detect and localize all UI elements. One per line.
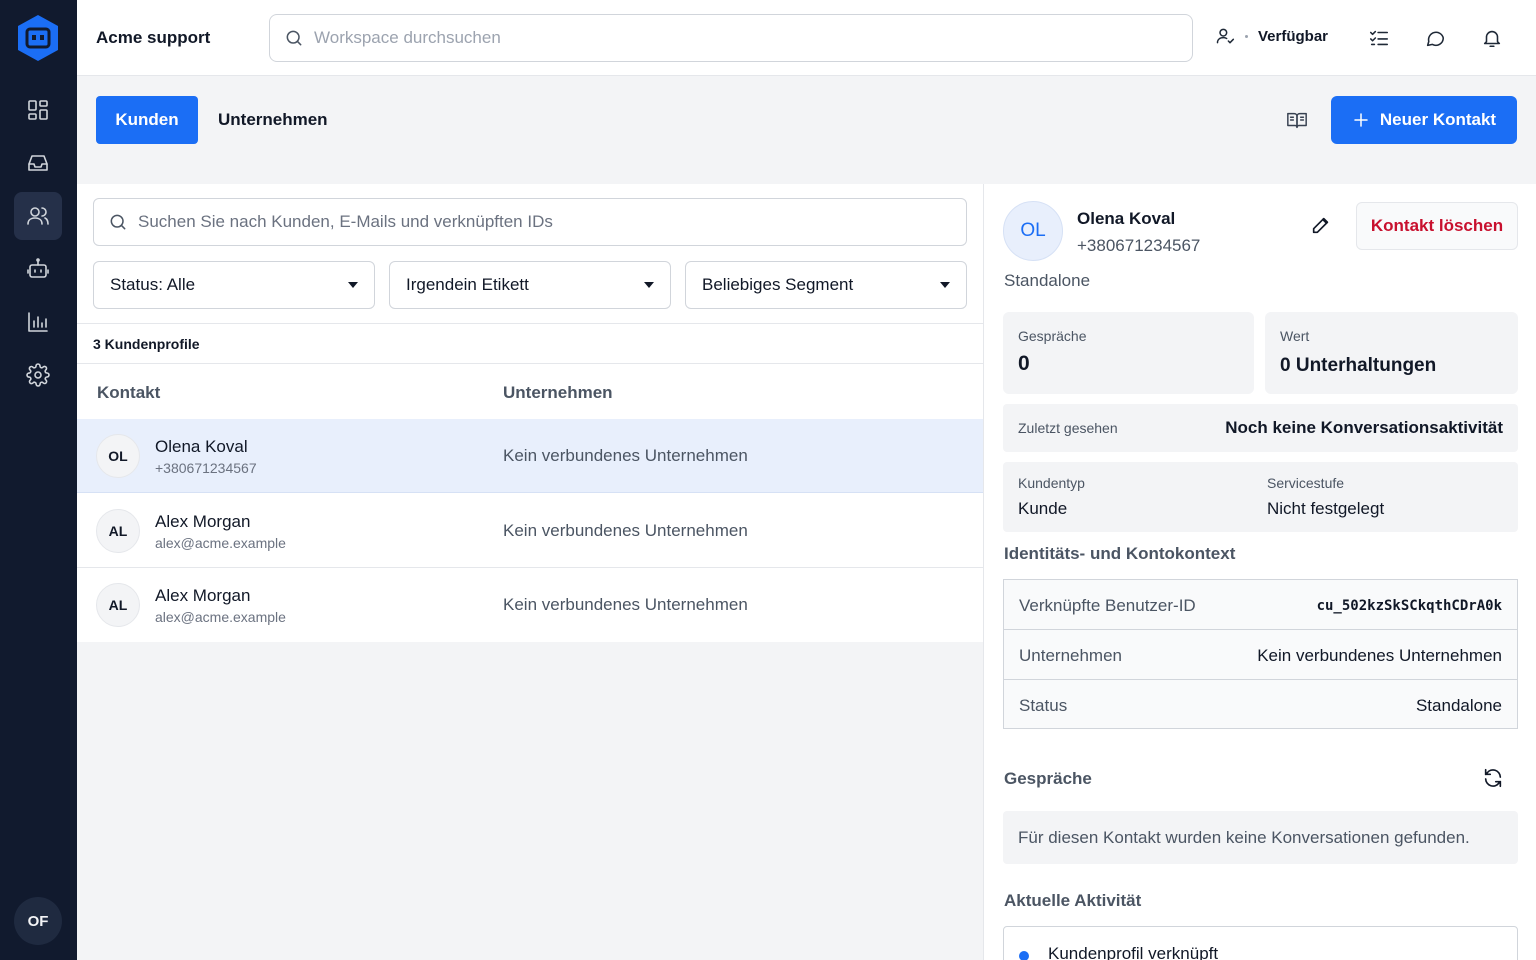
segment-filter[interactable]: Beliebiges Segment: [685, 261, 967, 309]
nav-contacts-icon[interactable]: [14, 192, 62, 240]
contact-company: Kein verbundenes Unternehmen: [503, 446, 748, 465]
activity-item: Kundenprofil verknüpft: [1003, 926, 1518, 960]
caret-down-icon: [348, 282, 358, 288]
detail-contact-phone: +380671234567: [1077, 236, 1201, 255]
nav-reports-icon[interactable]: [14, 298, 62, 346]
identity-table: Verknüpfte Benutzer-ID cu_502kzSkSCkqthC…: [1003, 579, 1518, 729]
contact-company: Kein verbundenes Unternehmen: [503, 595, 748, 614]
user-status-icon: [1216, 28, 1235, 44]
pencil-icon[interactable]: [1310, 214, 1332, 236]
customer-type-card: Kundentyp Kunde Servicestufe Nicht festg…: [1003, 462, 1518, 532]
identity-row: Verknüpfte Benutzer-ID cu_502kzSkSCkqthC…: [1004, 580, 1517, 630]
avatar: OL: [1003, 201, 1063, 261]
label-filter[interactable]: Irgendein Etikett: [389, 261, 671, 309]
last-seen-label: Zuletzt gesehen: [1018, 420, 1118, 436]
identity-label: Status: [1019, 696, 1068, 715]
conversations-empty-state: Für diesen Kontakt wurden keine Konversa…: [1003, 811, 1518, 864]
app-logo-icon[interactable]: [15, 13, 61, 63]
service-level-label: Servicestufe: [1267, 475, 1345, 491]
customer-type-label: Kundentyp: [1018, 475, 1085, 491]
identity-section-title: Identitäts- und Kontokontext: [1004, 544, 1236, 563]
column-header-company[interactable]: Unternehmen: [503, 383, 613, 403]
conversations-stat: Gespräche 0: [1003, 312, 1254, 394]
identity-value: cu_502kzSkSCkqthCDrA0k: [1316, 598, 1502, 614]
top-bar: Acme support Verfügbar: [77, 0, 1536, 76]
last-seen-row: Zuletzt gesehen Noch keine Konversations…: [1003, 404, 1518, 452]
contact-detail: alex@acme.example: [155, 609, 286, 625]
identity-label: Verknüpfte Benutzer-ID: [1019, 596, 1196, 615]
app-title: Acme support: [96, 28, 211, 47]
status-filter-value: Status: Alle: [110, 275, 196, 294]
bell-icon[interactable]: [1480, 26, 1504, 50]
contact-name: Alex Morgan: [155, 586, 251, 605]
column-header-contact[interactable]: Kontakt: [97, 383, 160, 403]
search-icon: [286, 30, 302, 46]
customer-type-value: Kunde: [1018, 499, 1068, 518]
delete-contact-button[interactable]: Kontakt löschen: [1356, 202, 1518, 250]
last-seen-value: Noch keine Konversationsaktivität: [1225, 418, 1503, 437]
book-icon[interactable]: [1286, 109, 1308, 131]
contact-search-input[interactable]: [138, 212, 958, 232]
identity-row: Status Standalone: [1004, 680, 1517, 730]
contact-type-tag: Standalone: [1004, 271, 1091, 290]
user-avatar[interactable]: OF: [14, 897, 62, 945]
contact-name: Olena Koval: [155, 437, 248, 456]
result-count: 3 Kundenprofile: [77, 323, 983, 364]
nav-inbox-icon[interactable]: [14, 139, 62, 187]
contact-company: Kein verbundenes Unternehmen: [503, 521, 748, 540]
new-contact-label: Neuer Kontakt: [1379, 110, 1497, 129]
detail-contact-name: Olena Koval: [1077, 209, 1176, 228]
activity-text: Kundenprofil verknüpft: [1048, 944, 1219, 960]
value-stat: Wert 0 Unterhaltungen: [1265, 312, 1518, 394]
label-filter-value: Irgendein Etikett: [406, 275, 529, 294]
stat-label: Wert: [1280, 328, 1310, 344]
contact-search[interactable]: [93, 198, 967, 246]
activity-dot: [1019, 951, 1029, 960]
segment-filter-value: Beliebiges Segment: [702, 275, 854, 294]
new-contact-button[interactable]: Neuer Kontakt: [1331, 96, 1517, 144]
search-icon: [110, 214, 126, 230]
identity-row: Unternehmen Kein verbundenes Unternehmen: [1004, 630, 1517, 680]
contact-detail-panel: OL Olena Koval +380671234567 Kontakt lös…: [983, 184, 1536, 960]
availability-status[interactable]: Verfügbar: [1215, 26, 1328, 46]
status-filter[interactable]: Status: Alle: [93, 261, 375, 309]
table-row[interactable]: AL Alex Morgan alex@acme.example Kein ve…: [77, 568, 983, 642]
contact-list-panel: Status: Alle Irgendein Etikett Beliebige…: [77, 184, 983, 960]
refresh-icon[interactable]: [1482, 767, 1504, 789]
service-level-value: Nicht festgelegt: [1267, 499, 1385, 518]
tasks-icon[interactable]: [1367, 26, 1391, 50]
plus-icon: [1354, 113, 1368, 127]
chat-icon[interactable]: [1423, 26, 1447, 50]
avatar: AL: [96, 509, 140, 553]
global-search-input[interactable]: [314, 28, 1174, 48]
avatar: OL: [96, 434, 140, 478]
stat-value: 0: [1018, 352, 1030, 375]
table-row[interactable]: OL Olena Koval +380671234567 Kein verbun…: [77, 419, 983, 493]
identity-value: Standalone: [1415, 696, 1502, 715]
contact-list-card: Status: Alle Irgendein Etikett Beliebige…: [77, 184, 983, 642]
conversations-section-title: Gespräche: [1004, 769, 1092, 788]
activity-section-title: Aktuelle Aktivität: [1004, 891, 1142, 910]
avatar: AL: [96, 583, 140, 627]
contact-detail: alex@acme.example: [155, 535, 286, 551]
contact-name: Alex Morgan: [155, 512, 251, 531]
nav-bot-icon[interactable]: [14, 245, 62, 293]
table-row[interactable]: AL Alex Morgan alex@acme.example Kein ve…: [77, 494, 983, 568]
stat-value: 0 Unterhaltungen: [1280, 355, 1437, 376]
contact-detail: +380671234567: [155, 460, 257, 476]
sidebar: OF: [0, 0, 77, 960]
identity-label: Unternehmen: [1019, 646, 1123, 665]
nav-settings-icon[interactable]: [14, 351, 62, 399]
tab-unternehmen[interactable]: Unternehmen: [218, 110, 328, 130]
identity-value: Kein verbundenes Unternehmen: [1257, 646, 1502, 665]
nav-dashboard-icon[interactable]: [14, 86, 62, 134]
status-separator: [1245, 34, 1248, 38]
status-label: Verfügbar: [1258, 27, 1329, 45]
global-search[interactable]: [269, 14, 1193, 62]
caret-down-icon: [940, 282, 950, 288]
stat-label: Gespräche: [1018, 328, 1087, 344]
caret-down-icon: [644, 282, 654, 288]
tab-kunden[interactable]: Kunden: [96, 96, 198, 144]
